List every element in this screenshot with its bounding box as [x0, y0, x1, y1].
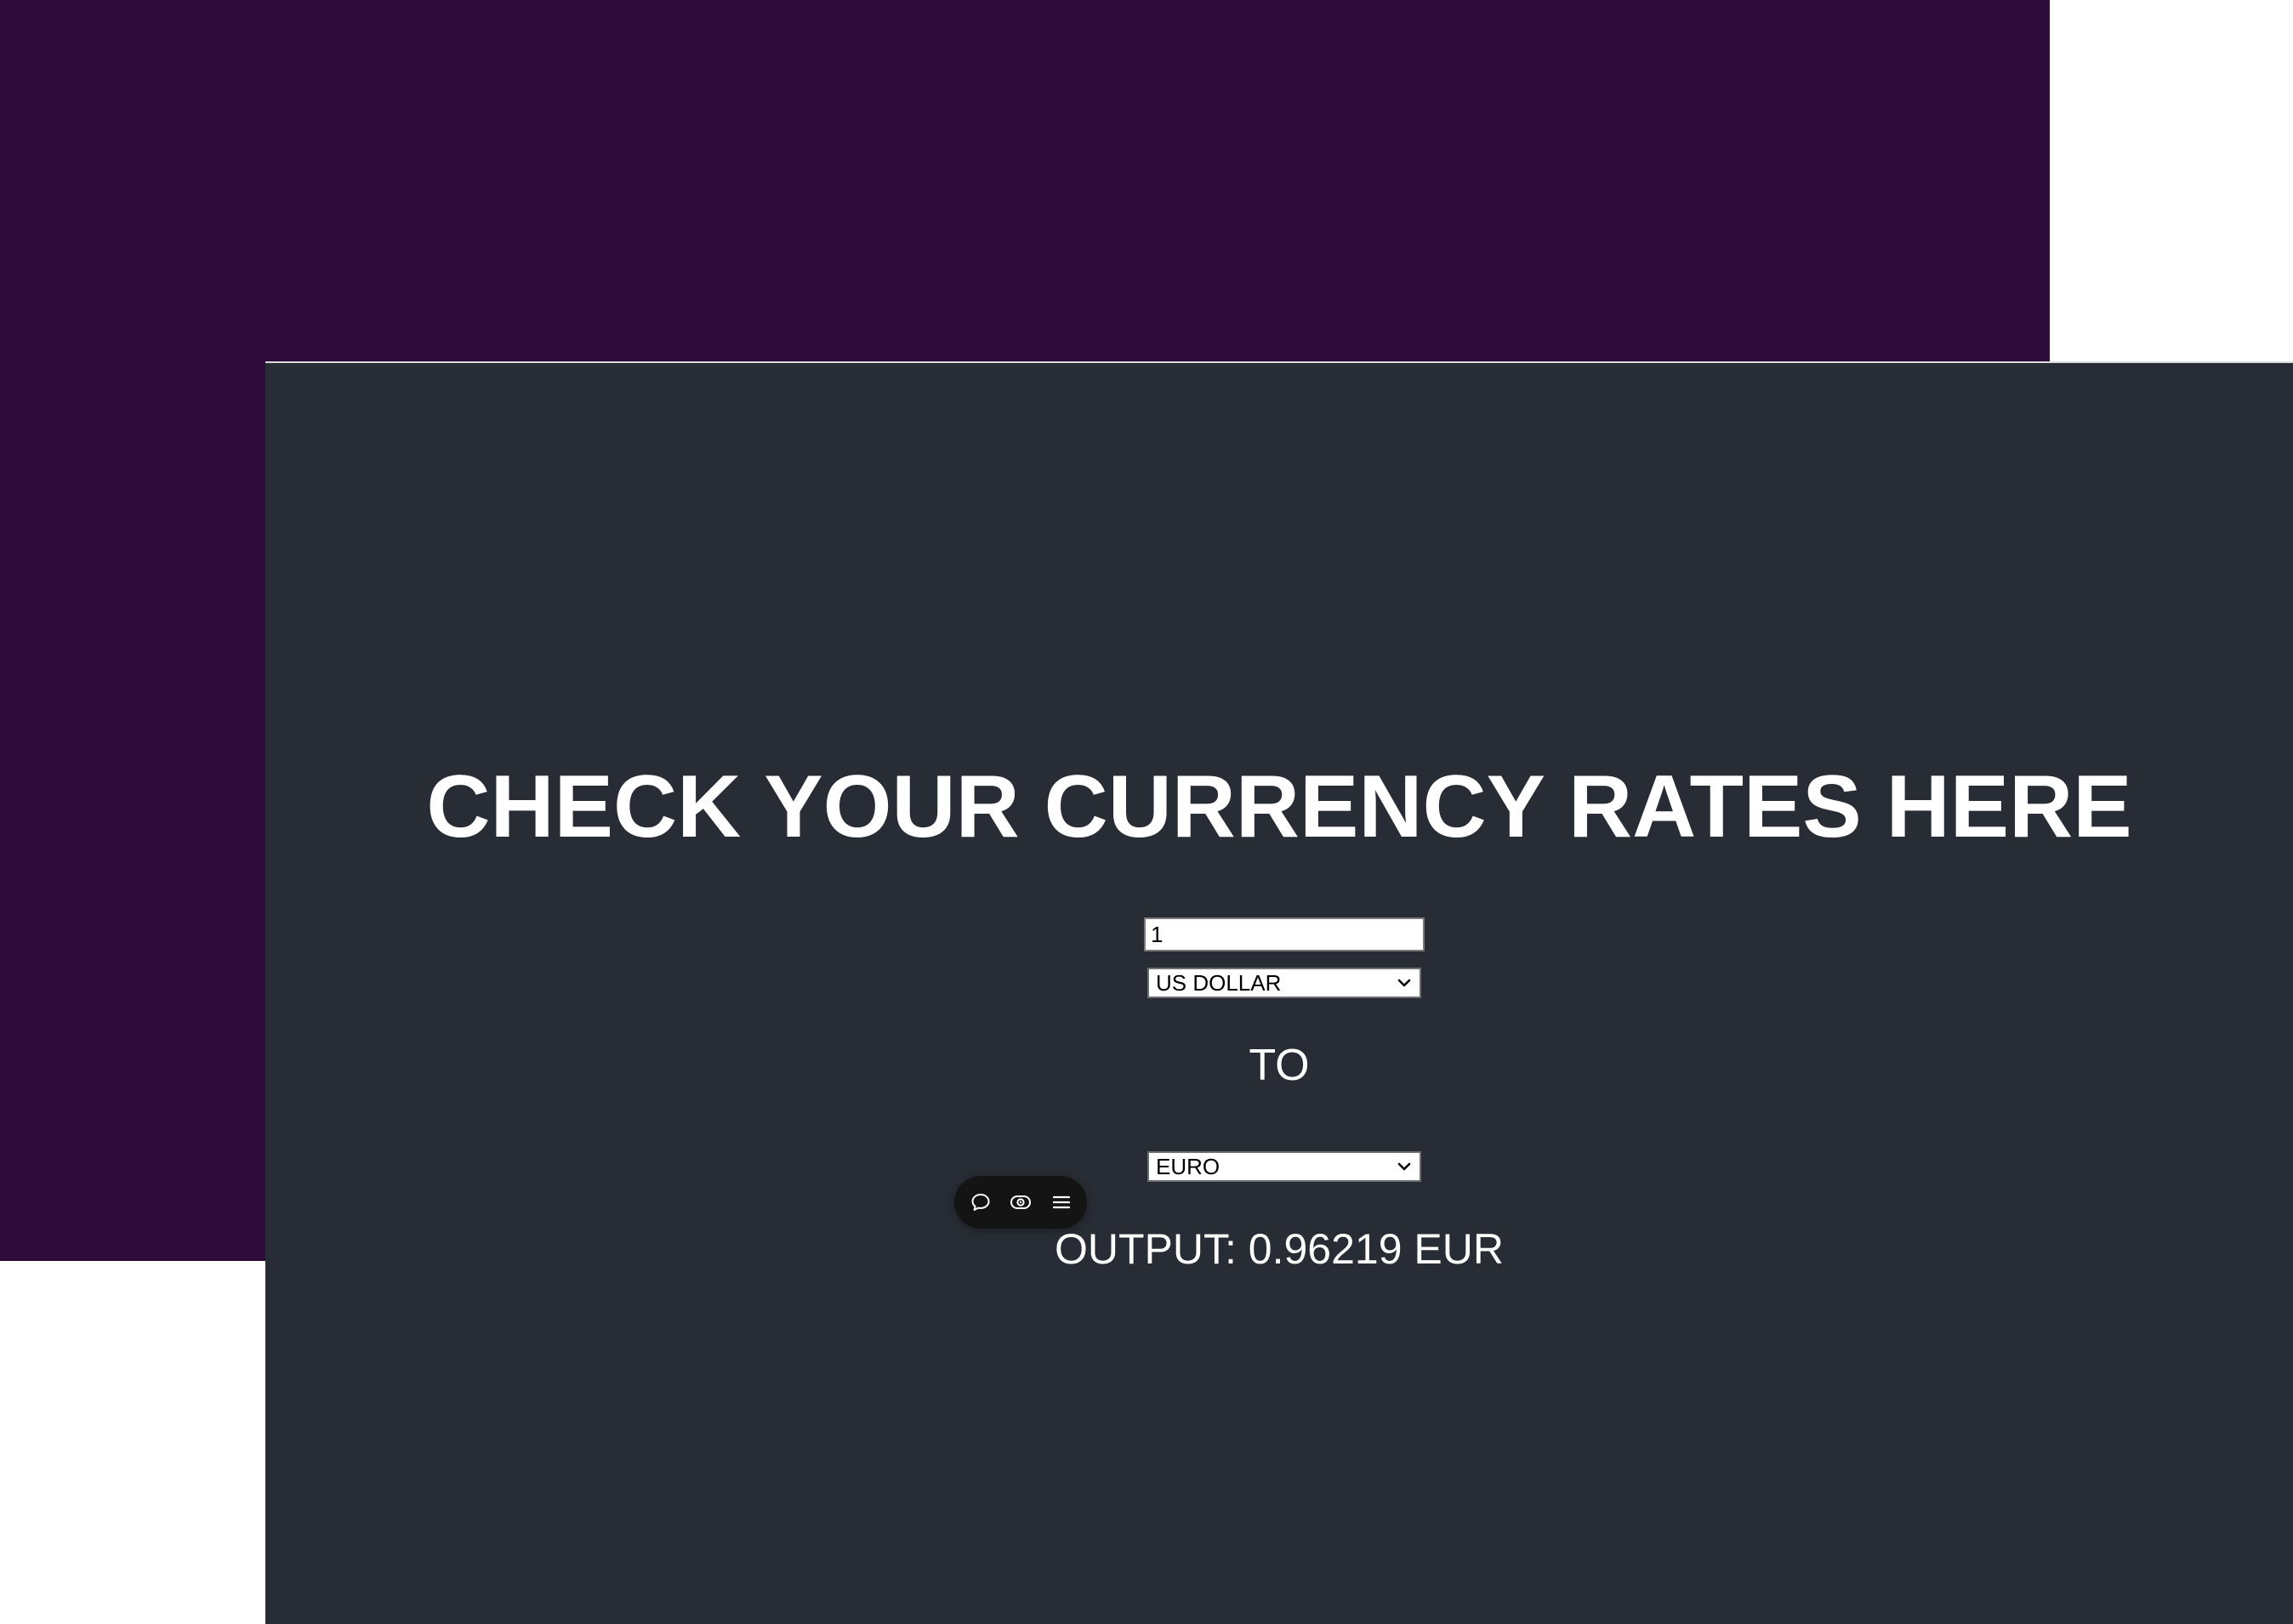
main-panel: CHECK YOUR CURRENCY RATES HERE US DOLLAR…	[265, 361, 2293, 1624]
from-currency-select[interactable]: US DOLLAR	[1147, 968, 1421, 998]
page-title: CHECK YOUR CURRENCY RATES HERE	[426, 758, 2132, 856]
amount-input[interactable]	[1144, 917, 1425, 951]
menu-icon	[1052, 1195, 1070, 1209]
comment-icon	[971, 1194, 989, 1211]
to-label: TO	[1249, 1041, 1310, 1090]
comment-button[interactable]	[966, 1188, 995, 1217]
from-currency-value: US DOLLAR	[1156, 969, 1282, 996]
floating-toolbar	[954, 1176, 1087, 1229]
conversion-output: OUTPUT: 0.96219 EUR	[1055, 1225, 1504, 1273]
to-currency-select[interactable]: EURO	[1147, 1151, 1421, 1182]
menu-button[interactable]	[1047, 1188, 1076, 1217]
view-button[interactable]	[1006, 1188, 1035, 1217]
eye-icon	[1010, 1195, 1031, 1209]
chevron-down-icon	[1397, 979, 1411, 987]
chevron-down-icon	[1397, 1162, 1411, 1171]
to-currency-value: EURO	[1156, 1153, 1220, 1179]
